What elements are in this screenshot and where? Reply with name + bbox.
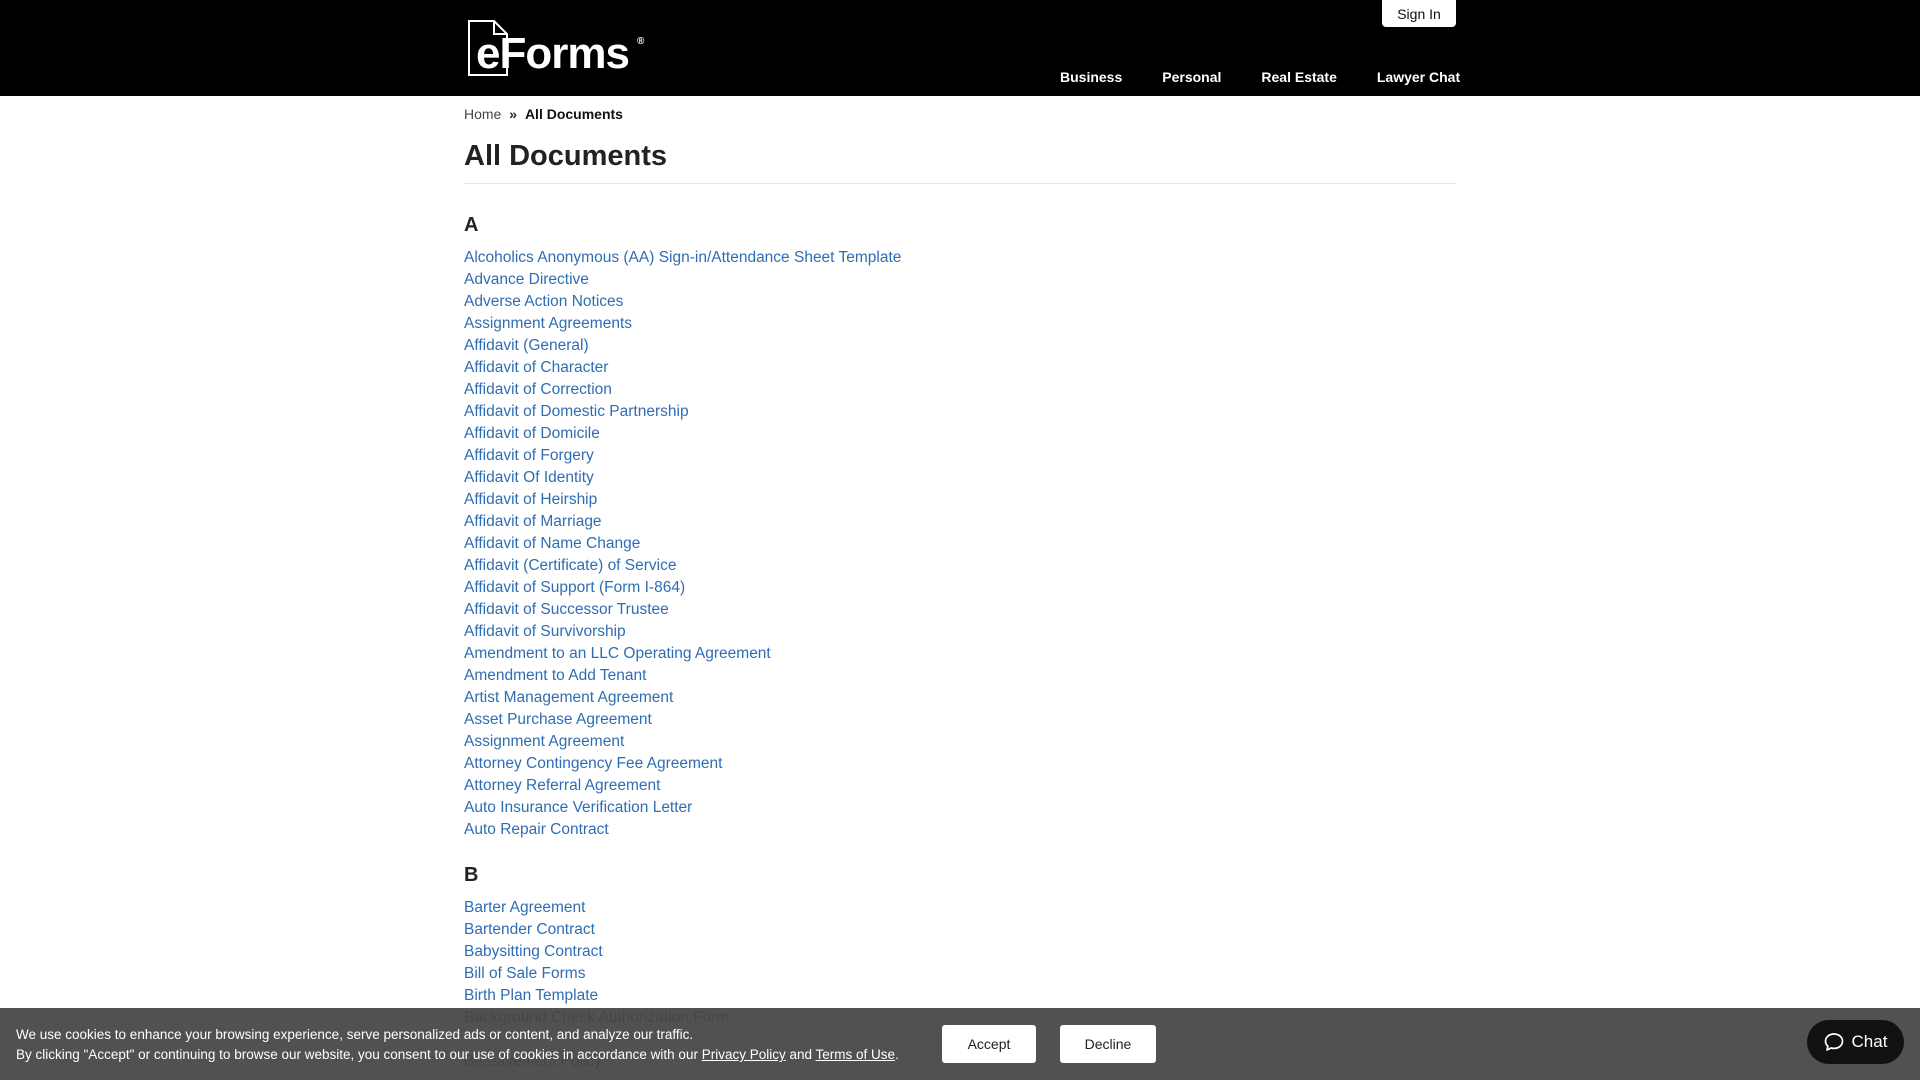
section-letter-b: B (464, 864, 479, 886)
document-link[interactable]: Babysitting Contract (464, 943, 603, 960)
list-item: Alcoholics Anonymous (AA) Sign-in/Attend… (464, 247, 901, 269)
nav-personal[interactable]: Personal (1142, 69, 1241, 85)
sign-in-button[interactable]: Sign In (1382, 0, 1456, 27)
document-link[interactable]: Bill of Sale Forms (464, 965, 585, 982)
chat-label: Chat (1851, 1032, 1888, 1051)
privacy-policy-link[interactable]: Privacy Policy (702, 1047, 786, 1062)
nav-business[interactable]: Business (1040, 69, 1142, 85)
main-nav: Business Personal Real Estate Lawyer Cha… (1040, 69, 1480, 85)
list-item: Affidavit of Domicile (464, 423, 901, 445)
chat-button[interactable]: Chat (1807, 1020, 1904, 1064)
chat-bubble-icon (1824, 1033, 1843, 1051)
section-a: A Alcoholics Anonymous (AA) Sign-in/Atte… (464, 213, 901, 841)
breadcrumb: Home » All Documents (464, 106, 623, 122)
document-link[interactable]: Affidavit of Marriage (464, 513, 602, 530)
document-link[interactable]: Affidavit of Character (464, 359, 608, 376)
list-item: Auto Insurance Verification Letter (464, 797, 901, 819)
document-link[interactable]: Auto Repair Contract (464, 821, 609, 838)
breadcrumb-separator: » (509, 106, 518, 122)
document-link[interactable]: Assignment Agreement (464, 733, 624, 750)
document-link[interactable]: Assignment Agreements (464, 315, 632, 332)
list-item: Artist Management Agreement (464, 687, 901, 709)
document-link[interactable]: Affidavit of Heirship (464, 491, 597, 508)
list-item: Assignment Agreements (464, 313, 901, 335)
document-link[interactable]: Advance Directive (464, 271, 589, 288)
nav-real-estate[interactable]: Real Estate (1241, 69, 1356, 85)
document-link[interactable]: Affidavit (Certificate) of Service (464, 557, 676, 574)
list-item: Attorney Referral Agreement (464, 775, 901, 797)
document-link[interactable]: Affidavit of Domicile (464, 425, 600, 442)
terms-of-use-link[interactable]: Terms of Use (816, 1047, 896, 1062)
list-item: Affidavit of Support (Form I-864) (464, 577, 901, 599)
cookie-message: We use cookies to enhance your browsing … (16, 1025, 899, 1065)
cookie-line-2: By clicking "Accept" or continuing to br… (16, 1045, 899, 1065)
list-item: Affidavit (Certificate) of Service (464, 555, 901, 577)
list-item: Affidavit of Forgery (464, 445, 901, 467)
list-item: Barter Agreement (464, 897, 729, 919)
document-link[interactable]: Affidavit (General) (464, 337, 589, 354)
list-item: Affidavit of Heirship (464, 489, 901, 511)
list-item: Affidavit of Successor Trustee (464, 599, 901, 621)
document-link[interactable]: Birth Plan Template (464, 987, 598, 1004)
document-link[interactable]: Alcoholics Anonymous (AA) Sign-in/Attend… (464, 249, 901, 266)
list-item: Affidavit of Name Change (464, 533, 901, 555)
decline-cookies-button[interactable]: Decline (1060, 1025, 1156, 1063)
document-link[interactable]: Barter Agreement (464, 899, 585, 916)
document-link[interactable]: Attorney Contingency Fee Agreement (464, 755, 722, 772)
document-link[interactable]: Amendment to an LLC Operating Agreement (464, 645, 771, 662)
cookie-consent-bar: We use cookies to enhance your browsing … (0, 1008, 1920, 1080)
nav-lawyer-chat[interactable]: Lawyer Chat (1357, 69, 1480, 85)
list-item: Attorney Contingency Fee Agreement (464, 753, 901, 775)
list-item: Babysitting Contract (464, 941, 729, 963)
document-link[interactable]: Affidavit of Successor Trustee (464, 601, 669, 618)
list-item: Amendment to Add Tenant (464, 665, 901, 687)
document-link[interactable]: Affidavit of Correction (464, 381, 612, 398)
logo-text: eForms (476, 29, 630, 78)
title-divider (464, 183, 1456, 184)
document-link[interactable]: Affidavit of Domestic Partnership (464, 403, 689, 420)
cookie-line-1: We use cookies to enhance your browsing … (16, 1027, 694, 1042)
page-title: All Documents (464, 140, 668, 172)
document-link[interactable]: Bartender Contract (464, 921, 595, 938)
list-item: Adverse Action Notices (464, 291, 901, 313)
document-link[interactable]: Affidavit of Name Change (464, 535, 640, 552)
list-item: Amendment to an LLC Operating Agreement (464, 643, 901, 665)
list-item: Affidavit of Domestic Partnership (464, 401, 901, 423)
breadcrumb-current: All Documents (524, 106, 623, 122)
list-item: Asset Purchase Agreement (464, 709, 901, 731)
list-item: Auto Repair Contract (464, 819, 901, 841)
list-item: Bill of Sale Forms (464, 963, 729, 985)
cookie-line-2-text: By clicking "Accept" or continuing to br… (16, 1047, 702, 1062)
document-link[interactable]: Attorney Referral Agreement (464, 777, 660, 794)
section-letter-a: A (464, 214, 479, 236)
document-link[interactable]: Affidavit Of Identity (464, 469, 594, 486)
list-item: Advance Directive (464, 269, 901, 291)
document-list-a: Alcoholics Anonymous (AA) Sign-in/Attend… (464, 247, 901, 841)
registered-mark: ® (637, 36, 645, 47)
list-item: Affidavit Of Identity (464, 467, 901, 489)
breadcrumb-home-link[interactable]: Home (464, 106, 501, 122)
document-link[interactable]: Affidavit of Survivorship (464, 623, 626, 640)
document-link[interactable]: Artist Management Agreement (464, 689, 673, 706)
list-item: Affidavit of Marriage (464, 511, 901, 533)
list-item: Bartender Contract (464, 919, 729, 941)
site-header: eForms ® Sign In Business Personal Real … (0, 0, 1920, 96)
list-item: Affidavit (General) (464, 335, 901, 357)
document-link[interactable]: Asset Purchase Agreement (464, 711, 652, 728)
document-link[interactable]: Affidavit of Support (Form I-864) (464, 579, 685, 596)
cookie-and-text: and (785, 1047, 816, 1062)
eforms-logo[interactable]: eForms ® (468, 20, 646, 78)
document-link[interactable]: Adverse Action Notices (464, 293, 623, 310)
document-link[interactable]: Amendment to Add Tenant (464, 667, 646, 684)
list-item: Affidavit of Character (464, 357, 901, 379)
document-link[interactable]: Affidavit of Forgery (464, 447, 594, 464)
list-item: Assignment Agreement (464, 731, 901, 753)
accept-cookies-button[interactable]: Accept (942, 1025, 1036, 1063)
list-item: Birth Plan Template (464, 985, 729, 1007)
list-item: Affidavit of Correction (464, 379, 901, 401)
cookie-period: . (895, 1047, 899, 1062)
list-item: Affidavit of Survivorship (464, 621, 901, 643)
document-link[interactable]: Auto Insurance Verification Letter (464, 799, 692, 816)
